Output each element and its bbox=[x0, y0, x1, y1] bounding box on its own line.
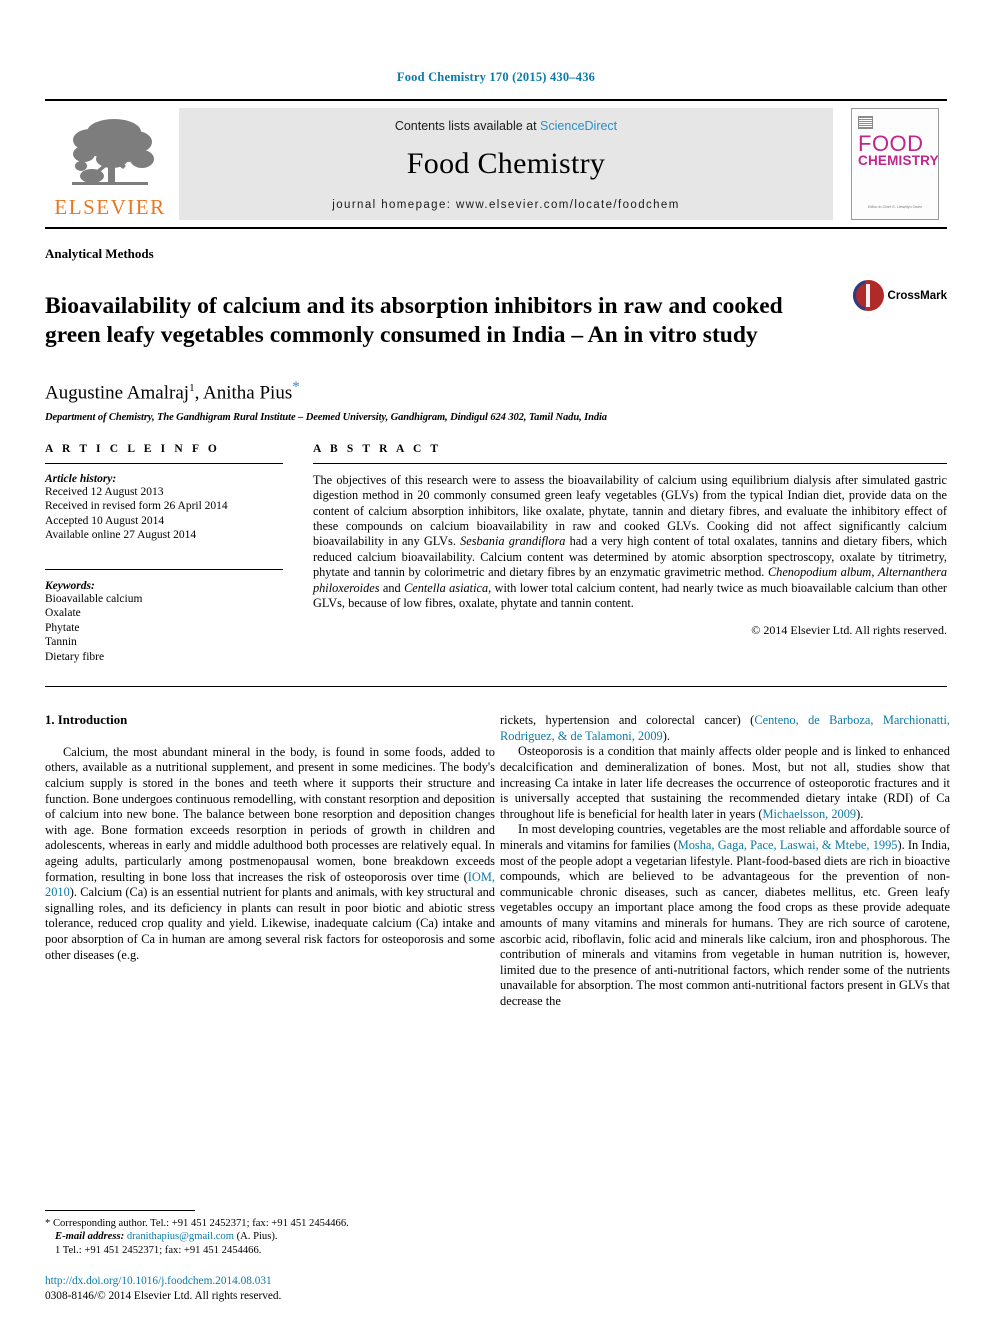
crossmark-badge[interactable]: CrossMark bbox=[852, 276, 947, 316]
paragraph-part: rickets, hypertension and colorectal can… bbox=[500, 713, 755, 728]
info-divider-top bbox=[45, 462, 283, 464]
elsevier-tree-icon bbox=[72, 119, 154, 185]
history-item: Received 12 August 2013 bbox=[45, 485, 164, 498]
email-note: E-mail address: dranithapius@gmail.com (… bbox=[45, 1230, 495, 1243]
body-top-divider bbox=[45, 686, 947, 688]
body-columns: 1. Introduction Calcium, the most abunda… bbox=[45, 713, 950, 1009]
info-divider-middle bbox=[45, 568, 283, 570]
masthead-center: Contents lists available at ScienceDirec… bbox=[179, 108, 833, 220]
abstract-divider bbox=[313, 462, 947, 464]
citation-link[interactable]: Mosha, Gaga, Pace, Laswai, & Mtebe, 1995 bbox=[678, 838, 898, 852]
author-2-name: Anitha Pius bbox=[203, 382, 293, 404]
article-history-label: Article history: bbox=[45, 472, 117, 485]
article-info-column: A R T I C L E I N F O Article history: R… bbox=[45, 443, 313, 665]
contents-prefix: Contents lists available at bbox=[394, 119, 541, 133]
article-title: Bioavailability of calcium and its absor… bbox=[45, 292, 783, 348]
doi-link[interactable]: http://dx.doi.org/10.1016/j.foodchem.201… bbox=[45, 1274, 515, 1289]
species-name: Chenopodium album bbox=[767, 565, 872, 580]
species-name: Sesbania grandiflora bbox=[460, 534, 566, 549]
paragraph-part: ). bbox=[662, 728, 670, 743]
footnote-divider bbox=[45, 1209, 195, 1211]
telephone-note: 1 Tel.: +91 451 2452371; fax: +91 451 24… bbox=[55, 1244, 262, 1256]
email-suffix: (A. Pius). bbox=[233, 1231, 278, 1243]
crossmark-icon bbox=[852, 280, 884, 311]
paragraph-part: Calcium, the most abundant mineral in th… bbox=[45, 744, 495, 884]
author-1-name: Augustine Amalraj bbox=[45, 382, 190, 404]
cover-title-line1: FOOD bbox=[858, 131, 924, 156]
cover-footer-text: Editor-in-Chief G. Llewellyn Owen bbox=[868, 205, 922, 209]
elsevier-logo: ELSEVIER bbox=[45, 101, 175, 227]
info-abstract-block: A R T I C L E I N F O Article history: R… bbox=[45, 443, 947, 665]
author-affiliation: Department of Chemistry, The Gandhigram … bbox=[45, 411, 607, 423]
title-row: Bioavailability of calcium and its absor… bbox=[45, 276, 947, 365]
paragraph: Calcium, the most abundant mineral in th… bbox=[45, 745, 495, 963]
author-2-marker[interactable]: * bbox=[292, 379, 300, 395]
corresponding-author-note: * Corresponding author. Tel.: +91 451 24… bbox=[45, 1217, 349, 1229]
abstract-part: and bbox=[379, 580, 405, 595]
author-1-marker[interactable]: 1 bbox=[189, 382, 195, 394]
footnote-block: * Corresponding author. Tel.: +91 451 24… bbox=[45, 1209, 495, 1257]
abstract-copyright: © 2014 Elsevier Ltd. All rights reserved… bbox=[751, 623, 947, 638]
article-section-kind: Analytical Methods bbox=[45, 246, 154, 261]
paragraph: rickets, hypertension and colorectal can… bbox=[500, 713, 950, 744]
abstract-body: The objectives of this research were to … bbox=[313, 473, 947, 612]
keywords-block: Keywords: Bioavailable calcium Oxalate P… bbox=[45, 580, 283, 665]
paragraph-part: ). Calcium (Ca) is an essential nutrient… bbox=[45, 885, 495, 962]
sciencedirect-link[interactable]: ScienceDirect bbox=[540, 119, 617, 133]
email-label: E-mail address: bbox=[55, 1231, 125, 1243]
introduction-heading: 1. Introduction bbox=[45, 713, 128, 728]
journal-title: Food Chemistry bbox=[406, 147, 606, 180]
email-link[interactable]: dranithapius@gmail.com bbox=[127, 1231, 234, 1242]
article-info-heading: A R T I C L E I N F O bbox=[45, 442, 220, 455]
keyword-item: Phytate bbox=[45, 621, 80, 634]
keyword-item: Tannin bbox=[45, 636, 77, 649]
history-item: Accepted 10 August 2014 bbox=[45, 514, 165, 527]
abstract-heading: A B S T R A C T bbox=[313, 442, 442, 455]
keyword-item: Oxalate bbox=[45, 607, 81, 620]
cover-mini-icon bbox=[858, 116, 873, 129]
contents-available-line: Contents lists available at ScienceDirec… bbox=[395, 119, 617, 133]
doi-block: http://dx.doi.org/10.1016/j.foodchem.201… bbox=[45, 1274, 515, 1303]
abstract-part: , bbox=[871, 565, 879, 580]
masthead-right: FOOD CHEMISTRY Editor-in-Chief G. Llewel… bbox=[843, 101, 947, 227]
journal-masthead: ELSEVIER Contents lists available at Sci… bbox=[45, 99, 947, 229]
history-item: Available online 27 August 2014 bbox=[45, 529, 197, 542]
crossmark-label: CrossMark bbox=[887, 289, 947, 302]
citation-link[interactable]: Michaelsson, 2009 bbox=[763, 807, 857, 821]
issn-copyright-line: 0308-8146/© 2014 Elsevier Ltd. All right… bbox=[45, 1289, 282, 1302]
running-head: Food Chemistry 170 (2015) 430–436 bbox=[396, 70, 596, 84]
paragraph: In most developing countries, vegetables… bbox=[500, 822, 950, 1009]
paragraph-part: ). bbox=[856, 806, 864, 821]
paragraph-part: ). In India, most of the people adopt a … bbox=[500, 838, 950, 1008]
keyword-item: Dietary fibre bbox=[45, 650, 105, 663]
history-item: Received in revised form 26 April 2014 bbox=[45, 500, 228, 513]
species-name: Centella asiatica bbox=[404, 580, 489, 595]
keywords-label: Keywords: bbox=[45, 579, 95, 592]
journal-homepage-link[interactable]: journal homepage: www.elsevier.com/locat… bbox=[332, 199, 679, 211]
cover-title-line2: CHEMISTRY bbox=[858, 153, 939, 168]
body-column-right: rickets, hypertension and colorectal can… bbox=[500, 713, 950, 1009]
journal-cover-thumbnail: FOOD CHEMISTRY Editor-in-Chief G. Llewel… bbox=[851, 108, 939, 220]
elsevier-wordmark: ELSEVIER bbox=[54, 195, 166, 219]
keyword-item: Bioavailable calcium bbox=[45, 592, 143, 605]
abstract-column: A B S T R A C T The objectives of this r… bbox=[313, 443, 947, 665]
paragraph: Osteoporosis is a condition that mainly … bbox=[500, 744, 950, 822]
paragraph-part: Osteoporosis is a condition that mainly … bbox=[500, 744, 950, 821]
body-column-left: 1. Introduction Calcium, the most abunda… bbox=[45, 713, 495, 1009]
author-list: Augustine Amalraj1, Anitha Pius* bbox=[45, 379, 300, 404]
article-page: Food Chemistry 170 (2015) 430–436 ELSEVI… bbox=[0, 0, 992, 1323]
